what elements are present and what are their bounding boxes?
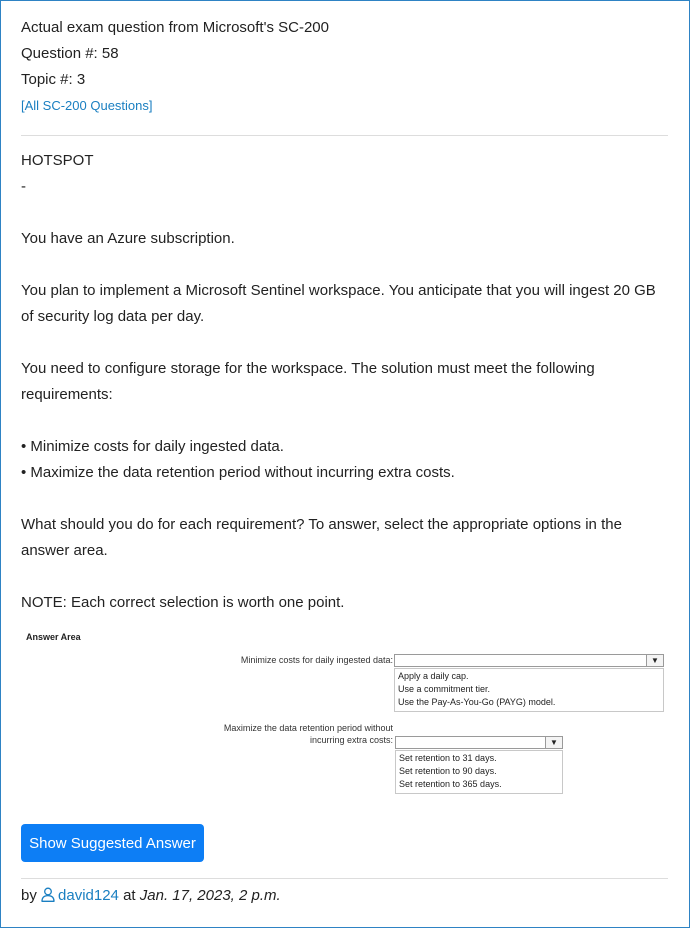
answer-area-title: Answer Area xyxy=(26,632,81,642)
retention-options-list: Set retention to 31 days. Set retention … xyxy=(395,750,563,794)
requirement-item: • Minimize costs for daily ingested data… xyxy=(21,438,284,455)
answer-label-costs: Minimize costs for daily ingested data: xyxy=(240,655,393,665)
exam-title: Actual exam question from Microsoft's SC… xyxy=(21,19,329,36)
option-item[interactable]: Set retention to 90 days. xyxy=(399,765,559,778)
chevron-down-icon[interactable]: ▼ xyxy=(646,655,663,666)
question-number: Question #: 58 xyxy=(21,45,119,62)
question-paragraph: You need to configure storage for the wo… xyxy=(21,360,595,403)
user-outline-icon xyxy=(41,887,55,902)
byline-at: at xyxy=(123,887,136,904)
author-link[interactable]: david124 xyxy=(41,887,119,904)
retention-dropdown[interactable]: ▼ xyxy=(395,736,563,749)
question-dash: - xyxy=(21,178,26,195)
option-item[interactable]: Set retention to 365 days. xyxy=(399,778,559,791)
costs-options-list: Apply a daily cap. Use a commitment tier… xyxy=(394,668,664,712)
question-note: NOTE: Each correct selection is worth on… xyxy=(21,594,345,611)
show-suggested-answer-button[interactable]: Show Suggested Answer xyxy=(21,824,204,862)
option-item[interactable]: Use a commitment tier. xyxy=(398,683,660,696)
all-questions-link[interactable]: [All SC-200 Questions] xyxy=(21,93,153,119)
header-divider xyxy=(21,135,668,136)
footer-divider xyxy=(21,878,668,879)
post-date: Jan. 17, 2023, 2 p.m. xyxy=(139,887,281,904)
question-paragraph: You have an Azure subscription. xyxy=(21,230,235,247)
requirement-item: • Maximize the data retention period wit… xyxy=(21,464,455,481)
option-item[interactable]: Set retention to 31 days. xyxy=(399,752,559,765)
answer-area: Answer Area Minimize costs for daily ing… xyxy=(21,632,668,807)
question-type: HOTSPOT xyxy=(21,152,94,169)
byline: by david124 at Jan. 17, 2023, 2 p.m. xyxy=(21,883,281,909)
question-paragraph: What should you do for each requirement?… xyxy=(21,516,622,559)
costs-dropdown[interactable]: ▼ xyxy=(394,654,664,667)
question-paragraph: You plan to implement a Microsoft Sentin… xyxy=(21,282,656,325)
answer-label-retention: Maximize the data retention period witho… xyxy=(223,723,393,745)
byline-by: by xyxy=(21,887,37,904)
option-item[interactable]: Apply a daily cap. xyxy=(398,670,660,683)
question-card: Actual exam question from Microsoft's SC… xyxy=(0,0,690,928)
author-name: david124 xyxy=(58,887,119,904)
question-body: HOTSPOT - You have an Azure subscription… xyxy=(21,148,668,616)
topic-number: Topic #: 3 xyxy=(21,71,86,88)
option-item[interactable]: Use the Pay-As-You-Go (PAYG) model. xyxy=(398,696,660,709)
chevron-down-icon[interactable]: ▼ xyxy=(545,737,562,748)
